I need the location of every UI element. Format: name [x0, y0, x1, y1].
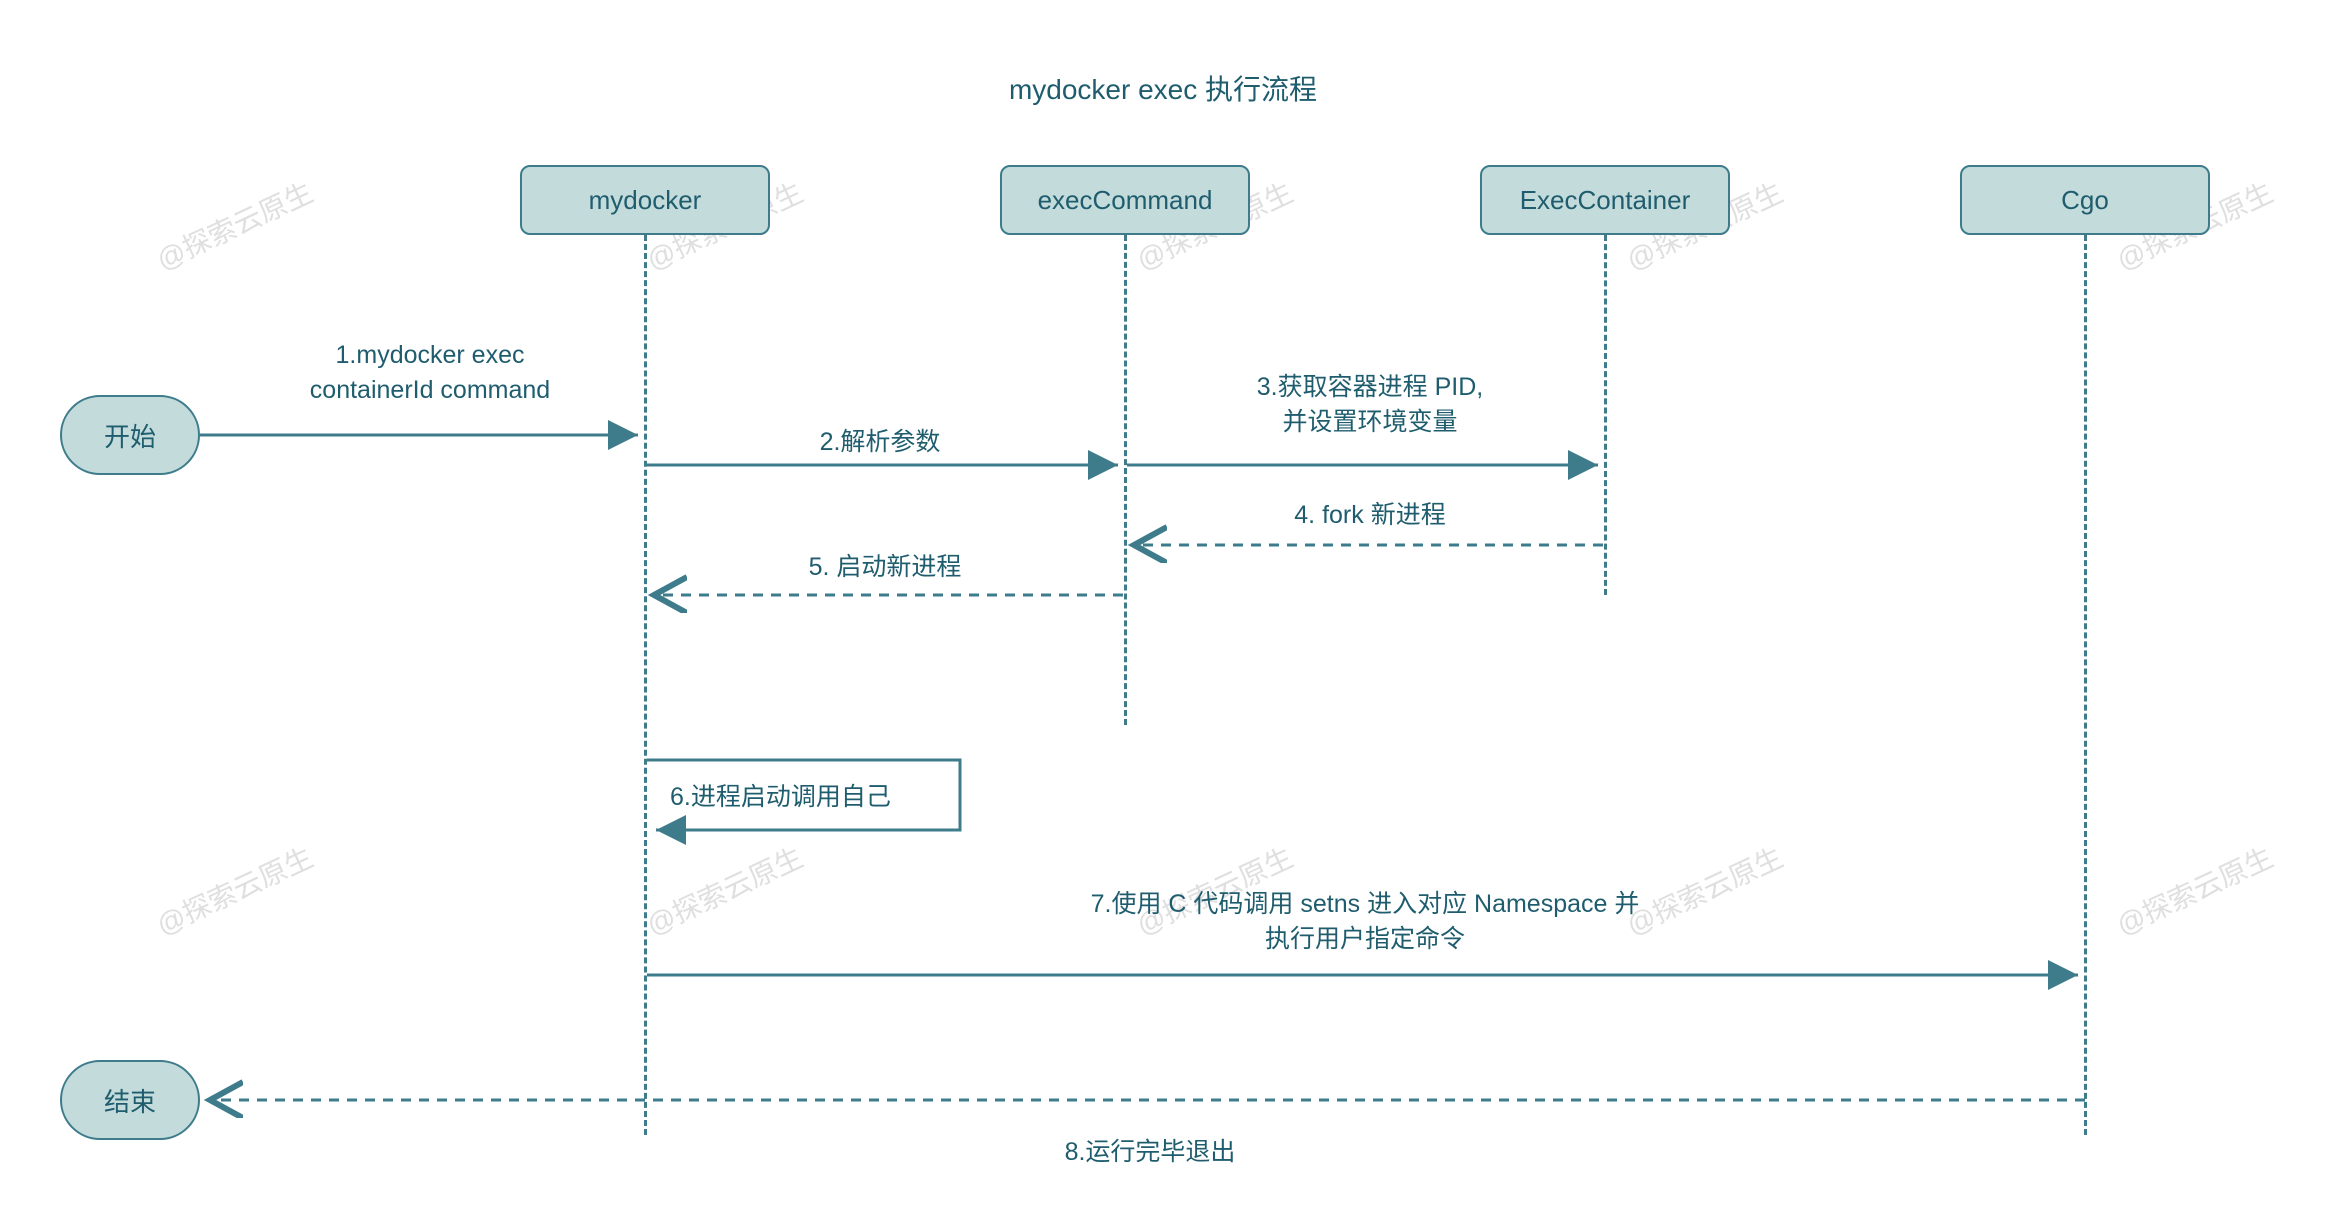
sequence-diagram: mydocker exec 执行流程 @探索云原生 @探索云原生 @探索云原生 … — [0, 0, 2326, 1208]
msg-7: 7.使用 C 代码调用 setns 进入对应 Namespace 并 执行用户指… — [780, 887, 1950, 957]
lifeline-cgo — [2084, 235, 2087, 1135]
msg-4: 4. fork 新进程 — [1200, 498, 1540, 533]
msg-7-text2: 执行用户指定命令 — [1265, 925, 1465, 953]
terminal-start: 开始 — [60, 395, 200, 475]
participant-mydocker: mydocker — [520, 165, 770, 235]
msg-1-text2: containerId command — [310, 376, 550, 404]
msg-5: 5. 启动新进程 — [755, 550, 1015, 585]
msg-7-text1: 7.使用 C 代码调用 setns 进入对应 Namespace 并 — [1091, 890, 1640, 918]
msg-3-text2: 并设置环境变量 — [1282, 408, 1457, 436]
msg-6: 6.进程启动调用自己 — [670, 780, 950, 815]
watermark: @探索云原生 — [149, 836, 319, 943]
watermark: @探索云原生 — [2109, 836, 2279, 943]
msg-1: 1.mydocker exec containerId command — [255, 338, 605, 408]
participant-execContainer: ExecContainer — [1480, 165, 1730, 235]
lifeline-execCommand — [1124, 235, 1127, 725]
msg-1-text1: 1.mydocker exec — [336, 341, 525, 369]
msg-3: 3.获取容器进程 PID, 并设置环境变量 — [1155, 370, 1585, 440]
msg-2: 2.解析参数 — [750, 425, 1010, 460]
lifeline-execContainer — [1604, 235, 1607, 595]
diagram-title: mydocker exec 执行流程 — [1009, 68, 1317, 108]
participant-execCommand: execCommand — [1000, 165, 1250, 235]
lifeline-mydocker — [644, 235, 647, 1135]
msg-8: 8.运行完毕退出 — [1000, 1135, 1300, 1170]
msg-3-text1: 3.获取容器进程 PID, — [1257, 373, 1483, 401]
participant-cgo: Cgo — [1960, 165, 2210, 235]
terminal-end: 结束 — [60, 1060, 200, 1140]
watermark: @探索云原生 — [149, 171, 319, 278]
